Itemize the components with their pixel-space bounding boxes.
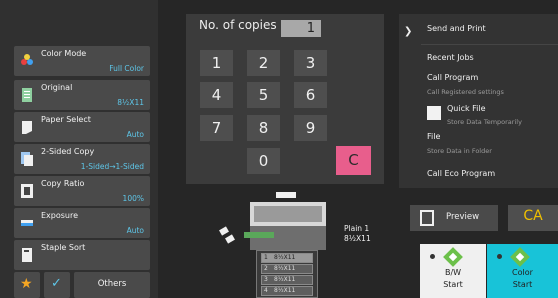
key-4[interactable]: 4 [200,82,233,108]
bw-start-label-2: Start [443,280,463,289]
original-label: Original [41,83,73,92]
call-program-subtitle: Call Registered settings [427,88,504,96]
color-mode-button[interactable]: Color Mode Full Color [14,46,150,76]
preview-icon [420,210,434,226]
key-7[interactable]: 7 [200,115,233,141]
two-sided-icon [20,151,34,167]
original-value: 8½X11 [117,98,144,107]
key-8[interactable]: 8 [247,115,280,141]
divider [421,44,558,45]
quick-file-subtitle: Store Data Temporarily [447,118,522,126]
copies-title: No. of copies [199,18,277,32]
key-3[interactable]: 3 [294,50,327,76]
right-menu-panel: ❯ Send and Print Recent Jobs Call Progra… [399,14,558,188]
two-sided-copy-button[interactable]: 2-Sided Copy 1-Sided→1-Sided [14,144,150,174]
favorite-button[interactable]: ★ [14,272,40,298]
clear-button[interactable]: C [336,146,371,175]
file-item[interactable]: File [427,132,440,141]
two-sided-copy-value: 1-Sided→1-Sided [80,162,144,171]
preview-button[interactable]: Preview [410,205,498,231]
key-5[interactable]: 5 [247,82,280,108]
quick-file-checkbox[interactable] [427,106,441,120]
original-button[interactable]: Original 8½X11 [14,80,150,110]
call-program-item[interactable]: Call Program [427,73,478,82]
copy-ratio-icon [20,183,34,199]
star-icon: ★ [20,276,33,292]
recent-jobs-item[interactable]: Recent Jobs [427,53,474,62]
bw-start-label-1: B/W [444,268,462,277]
bw-start-button[interactable]: B/W Start [420,244,486,298]
copies-keypad: No. of copies 1 1 2 3 4 5 6 7 8 9 0 C [186,14,384,184]
preview-label: Preview [446,212,480,222]
paper-type-label: Plain 1 [344,224,370,233]
clear-all-button[interactable]: CA [508,205,558,231]
original-icon [20,87,34,103]
send-and-print-item[interactable]: Send and Print [427,24,486,33]
color-start-label-2: Start [512,280,533,289]
start-diamond-icon [443,247,463,267]
paper-trays: 1 8½X11 2 8½X11 3 8½X11 4 8½X11 [256,250,318,298]
copy-ratio-value: 100% [122,194,144,203]
color-mode-value: Full Color [109,64,144,73]
copy-ratio-button[interactable]: Copy Ratio 100% [14,176,150,206]
exposure-label: Exposure [41,211,79,220]
others-button[interactable]: Others [74,272,150,298]
color-start-button[interactable]: Color Start [487,244,558,298]
tray-3[interactable]: 3 8½X11 [261,275,313,285]
check-button[interactable]: ✓ [44,272,70,298]
settings-panel: Color Mode Full Color Original 8½X11 Pap… [0,0,158,298]
others-label: Others [97,279,127,289]
start-diamond-icon [510,247,530,267]
file-subtitle: Store Data in Folder [427,147,492,155]
paper-select-icon [20,119,34,135]
tray-4[interactable]: 4 8½X11 [261,286,313,296]
staple-sort-label: Staple Sort [41,243,86,252]
quick-file-item[interactable]: Quick File [447,104,486,113]
color-mode-label: Color Mode [41,49,87,58]
paper-select-value: Auto [126,130,144,139]
copies-count-field[interactable]: 1 [281,20,321,37]
two-sided-copy-label: 2-Sided Copy [41,147,95,156]
color-dot-icon [497,254,502,259]
tray-1[interactable]: 1 8½X11 [261,253,313,263]
exposure-button[interactable]: Exposure Auto [14,208,150,238]
paper-select-button[interactable]: Paper Select Auto [14,112,150,142]
staple-sort-button[interactable]: Staple Sort [14,240,150,270]
key-2[interactable]: 2 [247,50,280,76]
exposure-icon [20,215,34,231]
staple-sort-icon [20,247,34,263]
key-6[interactable]: 6 [294,82,327,108]
paper-select-label: Paper Select [41,115,91,124]
copy-ratio-label: Copy Ratio [41,179,85,188]
paper-size-label: 8½X11 [344,234,371,243]
key-1[interactable]: 1 [200,50,233,76]
color-start-label-1: Color [512,268,533,277]
color-mode-icon [20,53,34,69]
copier-preview: 1 8½X11 2 8½X11 3 8½X11 4 8½X11 Plain 1 8½X1… [214,188,394,298]
check-icon: ✓ [51,276,62,291]
chevron-right-icon[interactable]: ❯ [404,26,412,37]
clear-all-label: CA [523,208,543,224]
key-9[interactable]: 9 [294,115,327,141]
bw-dot-icon [430,254,435,259]
exposure-value: Auto [126,226,144,235]
tray-2[interactable]: 2 8½X11 [261,264,313,274]
call-eco-program-item[interactable]: Call Eco Program [427,169,495,178]
key-0[interactable]: 0 [247,148,280,174]
